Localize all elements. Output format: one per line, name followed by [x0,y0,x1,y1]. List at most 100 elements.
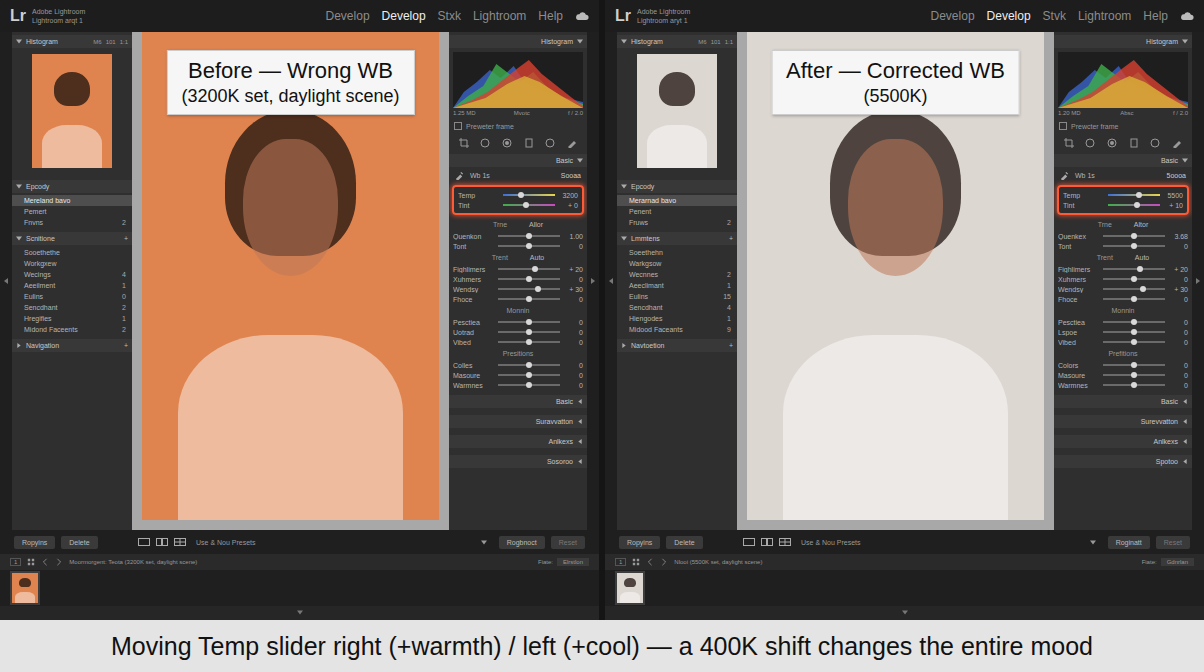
panel-header[interactable]: HistogramM61011:1 [12,35,132,48]
preview-option[interactable]: Prewcter frame [1054,120,1192,132]
sidebar-item[interactable]: Sooethethe [12,247,132,258]
slider-thumb[interactable] [1131,276,1137,282]
left-edge[interactable] [0,32,12,530]
zoom-option[interactable]: 101 [711,39,721,45]
panel-header[interactable]: Basic [449,395,587,408]
slider-track[interactable] [498,364,560,366]
slider-track[interactable] [498,321,560,323]
slider-track[interactable] [1108,194,1160,196]
slider-thumb[interactable] [1131,233,1137,239]
slider-value[interactable]: 3.68 [1168,233,1188,240]
module-tab[interactable]: Lightroom [1078,9,1131,23]
slider-track[interactable] [498,268,560,270]
loupe-view-icon[interactable] [743,538,755,546]
slider-value[interactable]: 0 [563,339,583,346]
sidebar-item[interactable]: Penent [617,206,737,217]
slider-value[interactable]: 0 [563,296,583,303]
brush-icon[interactable] [1172,138,1182,148]
slider-value[interactable]: + 30 [563,286,583,293]
slider-value[interactable]: 0 [563,382,583,389]
graduated-filter-icon[interactable] [524,138,534,148]
slider-track[interactable] [1103,331,1165,333]
slider-thumb[interactable] [526,233,532,239]
spot-removal-icon[interactable] [1085,138,1095,148]
zoom-option[interactable]: M6 [698,39,706,45]
sidebar-item[interactable]: Fnvns2 [12,217,132,228]
sidebar-item[interactable]: Aeeilment1 [12,280,132,291]
back-icon[interactable] [646,558,654,566]
slider-track[interactable] [1103,384,1165,386]
filter-dropdown[interactable]: Gdnrlan [1161,558,1194,566]
slider-value[interactable]: + 20 [563,266,583,273]
slider-track[interactable] [1103,268,1165,270]
panel-header[interactable]: Anlkexs [449,435,587,448]
panel-header[interactable]: Suravvatton [449,415,587,428]
collapse-left-icon[interactable] [4,278,8,284]
slider-thumb[interactable] [526,372,532,378]
zoom-option[interactable]: 1:1 [120,39,128,45]
slider-thumb[interactable] [1131,372,1137,378]
filmstrip-thumbnail[interactable] [10,571,40,605]
module-tab[interactable]: Stvk [1043,9,1066,23]
forward-icon[interactable] [660,558,668,566]
slider-value[interactable]: 0 [1168,243,1188,250]
slider-value[interactable]: 0 [1168,382,1188,389]
sidebar-item[interactable]: Eulins0 [12,291,132,302]
slider-value[interactable]: 0 [563,319,583,326]
slider-thumb[interactable] [1131,362,1137,368]
crop-icon[interactable] [1064,138,1074,148]
module-tab[interactable]: Help [1143,9,1168,23]
slider-thumb[interactable] [518,192,524,198]
slider-thumb[interactable] [1137,266,1143,272]
section-header[interactable]: Epcody [617,180,737,193]
slider-thumb[interactable] [526,362,532,368]
slider-value[interactable]: 5500 [1163,192,1183,199]
toolbar-button[interactable]: Ropyins [14,536,55,549]
left-edge[interactable] [605,32,617,530]
cloud-icon[interactable] [575,11,589,21]
sidebar-item[interactable]: Fruws2 [617,217,737,228]
slider-track[interactable] [503,194,555,196]
add-button[interactable]: + [124,235,128,242]
slider-thumb[interactable] [526,329,532,335]
slider-value[interactable]: 0 [1168,372,1188,379]
slider-value[interactable]: + 10 [1163,202,1183,209]
forward-icon[interactable] [55,558,63,566]
slider-thumb[interactable] [1134,202,1140,208]
section-header[interactable]: Lmmtens+ [617,232,737,245]
compare-view-icon[interactable] [761,538,773,546]
sidebar-item[interactable]: Pemert [12,206,132,217]
slider-track[interactable] [498,298,560,300]
panel-header[interactable]: Basic [1054,395,1192,408]
zoom-option[interactable]: 101 [106,39,116,45]
slider-thumb[interactable] [526,243,532,249]
collapse-right-icon[interactable] [591,278,595,284]
toolbar-button[interactable]: Delete [61,536,97,549]
panel-header[interactable]: HistogramM61011:1 [617,35,737,48]
slider-thumb[interactable] [1131,329,1137,335]
loupe-view-icon[interactable] [138,538,150,546]
filter-dropdown[interactable]: Elrstlon [557,558,589,566]
slider-track[interactable] [498,341,560,343]
compare-view-icon[interactable] [156,538,168,546]
slider-thumb[interactable] [532,266,538,272]
sidebar-item[interactable]: Eulins15 [617,291,737,302]
group-action[interactable]: Altor [1134,221,1148,231]
page-number[interactable]: 1 [10,558,21,566]
wb-preset[interactable]: Sooaa [561,172,581,179]
filmstrip-source[interactable]: Nlooi (5500K set, daylight scene) [674,559,1135,565]
slider-thumb[interactable] [535,286,541,292]
slider-track[interactable] [1103,374,1165,376]
slider-track[interactable] [1103,364,1165,366]
panel-header[interactable]: Histogram [1054,35,1192,48]
sidebar-item[interactable]: Workgxew [12,258,132,269]
slider-value[interactable]: + 0 [558,202,578,209]
sidebar-item[interactable]: Soeethehn [617,247,737,258]
group-action[interactable]: Auto [530,254,544,264]
wb-preset[interactable]: 5oooa [1167,172,1186,179]
sidebar-item[interactable]: Sencdhant2 [12,302,132,313]
slider-track[interactable] [1108,204,1160,206]
sidebar-item[interactable]: Merarnad bavo [617,195,737,206]
slider-thumb[interactable] [1140,286,1146,292]
slider-track[interactable] [1103,298,1165,300]
